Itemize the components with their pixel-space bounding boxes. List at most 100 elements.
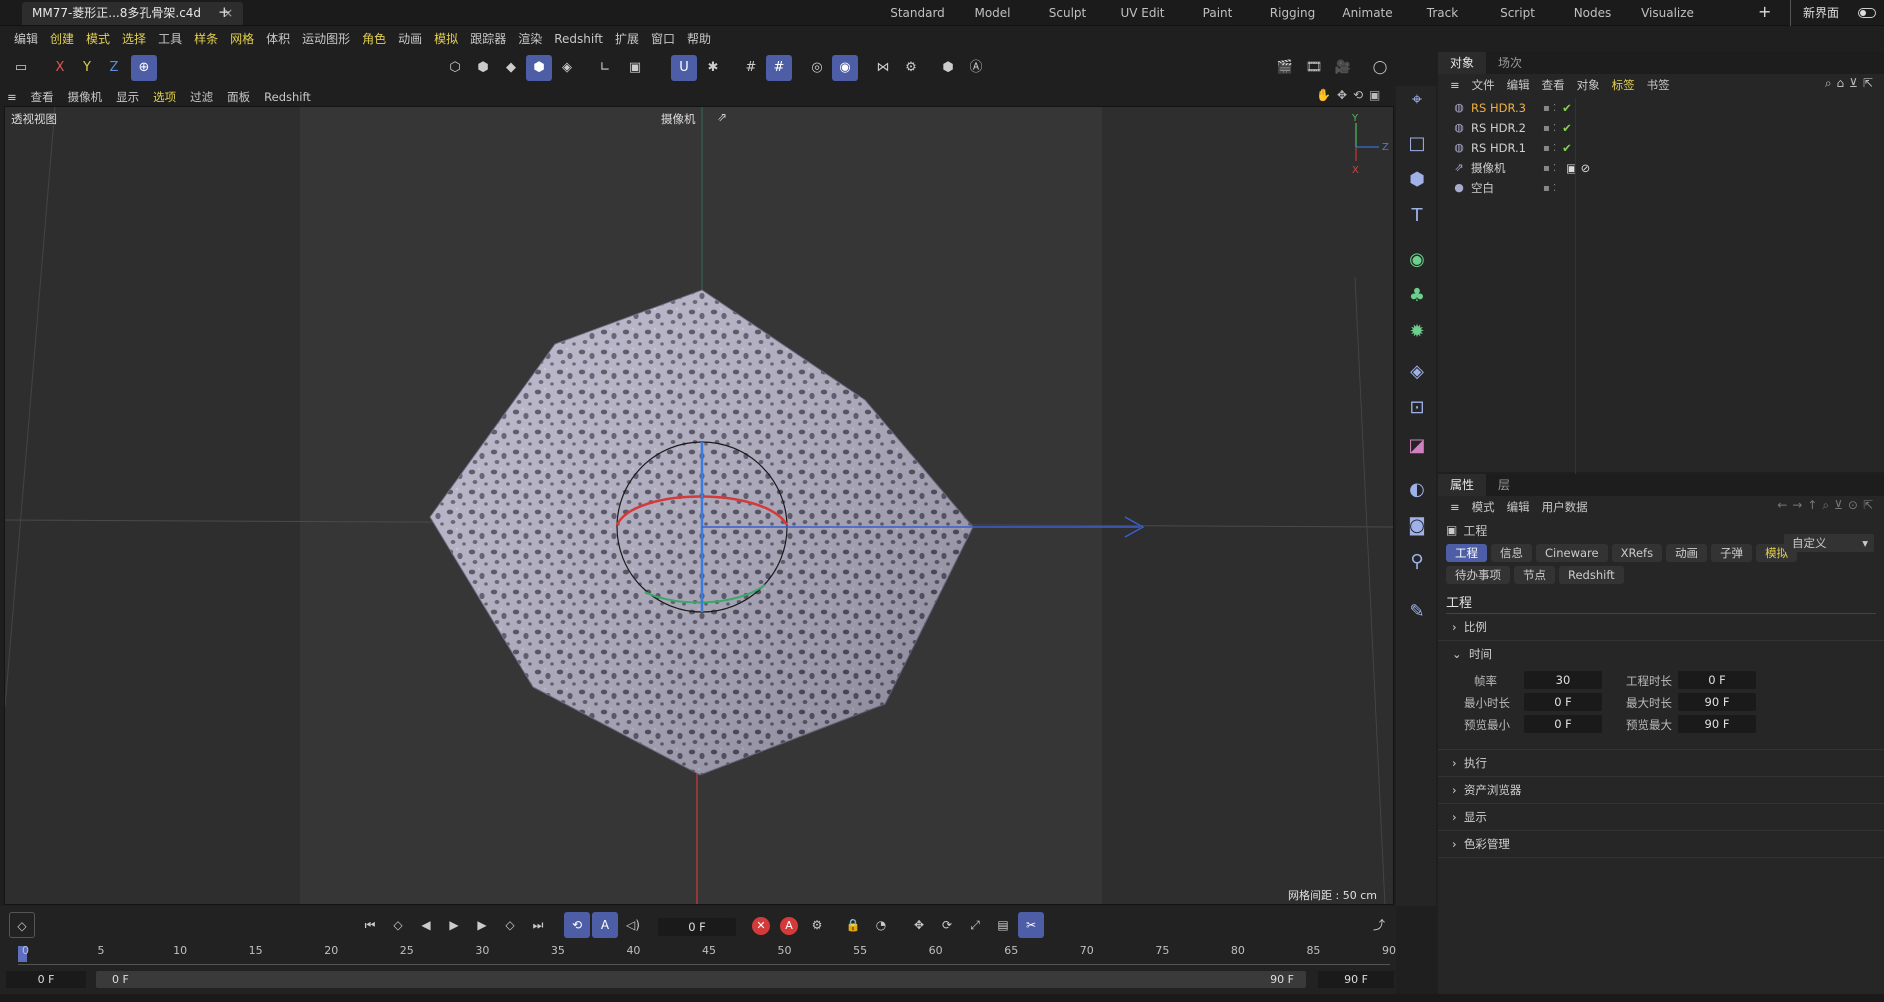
menu-item-12[interactable]: 跟踪器 [464,27,512,51]
object-manager-tools[interactable]: ⌕⌂⊻⇱ [1825,76,1878,91]
menu-item-0[interactable]: 编辑 [8,27,44,51]
move-key-icon[interactable]: ✥ [906,912,932,938]
snap-settings-icon[interactable]: ✱ [700,55,726,81]
camera-label[interactable]: 摄像机 [661,111,696,127]
section-ratio[interactable]: › 比例 [1438,614,1884,641]
mograph-icon[interactable]: ♣ [1403,282,1431,310]
layout-model[interactable]: Model [955,0,1030,26]
tab-attributes[interactable]: 属性 [1438,474,1487,496]
viewport-hamburger-icon[interactable]: ≡ [0,86,24,108]
object-row[interactable]: ◍ RS HDR.2 ▪ ⁚ ✔ [1438,118,1884,138]
tab-takes[interactable]: 场次 [1486,52,1534,74]
symmetry-settings-icon[interactable]: ⚙ [898,55,924,81]
edges-mode-icon[interactable]: ⬢ [470,55,496,81]
object-menu-item-3[interactable]: 对象 [1571,74,1606,96]
attr-tab-buttons_row2-0[interactable]: 待办事项 [1446,566,1510,584]
menu-item-16[interactable]: 窗口 [645,27,681,51]
attr-menu-mode[interactable]: 模式 [1466,496,1501,518]
render-picture-viewer-icon[interactable]: 🎞 [1301,55,1327,81]
attr-tab-buttons_row1-4[interactable]: 动画 [1666,544,1708,562]
attribute-manager-icon[interactable]: ⌖ [1403,86,1431,114]
uv-mode-icon[interactable]: ◈ [554,55,580,81]
model-mode-icon[interactable]: ⬢ [526,55,552,81]
viewport-menu-item-3[interactable]: 选项 [146,86,183,108]
polygons-mode-icon[interactable]: ◆ [498,55,524,81]
symmetry-icon[interactable]: ⋈ [870,55,896,81]
visibility-dots-icon[interactable]: ▪ ⁚ [1543,123,1556,134]
attr-tab-buttons_row1-0[interactable]: 工程 [1446,544,1487,562]
menu-item-8[interactable]: 运动图形 [296,27,356,51]
redshift-render-icon[interactable]: ⬢ [935,55,961,81]
param-key-icon[interactable]: ▤ [990,912,1016,938]
max-time-field[interactable]: 90 F [1678,693,1756,711]
next-key-icon[interactable]: ◇ [497,912,523,938]
menu-item-11[interactable]: 模拟 [428,27,464,51]
file-tab[interactable]: MM77-菱形正...8多孔骨架.c4d × [22,2,244,25]
soft-select-icon[interactable]: ◎ [804,55,830,81]
visibility-dots-icon[interactable]: ▪ ⁚ [1543,163,1556,174]
enabled-check-icon[interactable]: ✔ [1562,121,1572,135]
menu-item-3[interactable]: 选择 [116,27,152,51]
field-icon[interactable]: ◪ [1403,432,1431,460]
start-frame-field[interactable]: 0 F [6,971,86,988]
menu-item-6[interactable]: 网格 [224,27,260,51]
record-icon[interactable]: ✕ [748,912,774,938]
menu-item-5[interactable]: 样条 [188,27,224,51]
prev-frame-icon[interactable]: ◀ [413,912,439,938]
object-manager-icon[interactable]: ▭ [8,55,34,81]
camera-icon[interactable]: ⇗ [717,110,727,124]
go-to-end-icon[interactable]: ⏭ [525,912,551,938]
attr-menu-edit[interactable]: 编辑 [1501,496,1536,518]
menu-item-1[interactable]: 创建 [44,27,80,51]
object-name[interactable]: 空白 [1471,180,1541,196]
viewport-solo-icon[interactable]: ◉ [832,55,858,81]
layout-visualize[interactable]: Visualize [1630,0,1705,26]
menu-item-4[interactable]: 工具 [152,27,188,51]
cube-icon[interactable]: ⬢ [1403,166,1431,194]
deformer-icon[interactable]: ◈ [1403,358,1431,386]
viewport-menu-item-6[interactable]: Redshift [257,86,318,108]
hamburger-icon[interactable]: ≡ [1444,74,1466,96]
object-row[interactable]: ◍ RS HDR.1 ▪ ⁚ ✔ [1438,138,1884,158]
key-curve-icon[interactable]: ◔ [868,912,894,938]
menu-item-14[interactable]: Redshift [548,27,609,51]
axis-y-lock[interactable]: Y [74,55,100,81]
attr-tab-buttons_row1-5[interactable]: 子弹 [1711,544,1753,562]
menu-item-13[interactable]: 渲染 [512,27,548,51]
loop-icon[interactable]: ⟲ [564,912,590,938]
project-length-field[interactable]: 0 F [1678,671,1756,689]
section-color-management[interactable]: › 色彩管理 [1438,831,1884,858]
playback-mode-icon[interactable]: A [592,912,618,938]
redshift-a-icon[interactable]: Ⓐ [963,55,989,81]
visibility-dots-icon[interactable]: ▪ ⁚ [1543,143,1556,154]
camera-object-icon[interactable]: ◙ [1403,512,1431,540]
section-display[interactable]: › 显示 [1438,804,1884,831]
object-menu-item-0[interactable]: 文件 [1466,74,1501,96]
workplane-icon[interactable]: # [766,55,792,81]
cube-outline-icon[interactable]: □ [1403,130,1431,158]
tweak-mode-icon[interactable]: ▣ [622,55,648,81]
attr-tab-buttons_row1-3[interactable]: XRefs [1611,544,1663,562]
camera-tag-icons[interactable]: ▣ ⊘ [1566,161,1590,175]
effector-icon[interactable]: ✹ [1403,318,1431,346]
timeline-editor-icon[interactable]: ⤴ [1366,912,1392,938]
attr-menu-userdata[interactable]: 用户数据 [1536,496,1594,518]
add-tab-icon[interactable]: + [218,3,231,21]
enabled-check-icon[interactable]: ✔ [1562,141,1572,155]
go-to-start-icon[interactable]: ⏮ [357,912,383,938]
object-name[interactable]: RS HDR.3 [1471,101,1541,115]
keyframe-mode-icon[interactable]: ◇ [9,912,35,938]
attr-tab-buttons_row2-2[interactable]: Redshift [1559,566,1624,584]
axis-mode-icon[interactable]: ∟ [592,55,618,81]
play-icon[interactable]: ▶ [441,912,467,938]
layout-standard[interactable]: Standard [880,0,955,26]
viewport-menu-item-0[interactable]: 查看 [24,86,61,108]
next-frame-icon[interactable]: ▶ [469,912,495,938]
preset-dropdown[interactable]: 自定义 ▾ [1784,534,1874,552]
render-view-icon[interactable]: 🎬 [1272,55,1298,81]
visibility-dots-icon[interactable]: ▪ ⁚ [1543,103,1556,114]
layout-animate[interactable]: Animate [1330,0,1405,26]
viewport-menu-item-4[interactable]: 过滤 [183,86,220,108]
section-time[interactable]: ⌄ 时间 [1438,641,1884,668]
menu-item-9[interactable]: 角色 [356,27,392,51]
